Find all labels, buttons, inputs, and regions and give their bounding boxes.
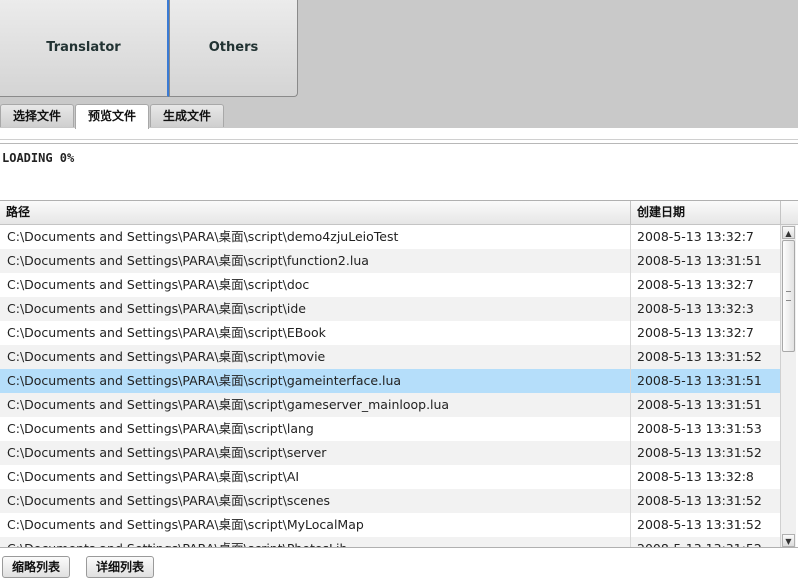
panel-border bbox=[0, 128, 798, 144]
loading-status: LOADING 0% bbox=[2, 151, 75, 165]
others-button[interactable]: Others bbox=[169, 0, 298, 97]
cell-created-date: 2008-5-13 13:31:51 bbox=[637, 373, 762, 388]
column-divider bbox=[630, 393, 631, 417]
table-row[interactable]: C:\Documents and Settings\PARA\桌面\script… bbox=[0, 417, 780, 441]
column-divider bbox=[630, 297, 631, 321]
table-row[interactable]: C:\Documents and Settings\PARA\桌面\script… bbox=[0, 441, 780, 465]
scroll-up-arrow-icon[interactable]: ▲ bbox=[782, 226, 795, 239]
cell-path: C:\Documents and Settings\PARA\桌面\script… bbox=[7, 277, 310, 292]
cell-path: C:\Documents and Settings\PARA\桌面\script… bbox=[7, 421, 314, 436]
scroll-down-arrow-icon[interactable]: ▼ bbox=[782, 534, 795, 547]
cell-path: C:\Documents and Settings\PARA\桌面\script… bbox=[7, 349, 326, 364]
cell-created-date: 2008-5-13 13:32:8 bbox=[637, 469, 754, 484]
table-row[interactable]: C:\Documents and Settings\PARA\桌面\script… bbox=[0, 273, 780, 297]
cell-path: C:\Documents and Settings\PARA\桌面\script… bbox=[7, 537, 347, 547]
table-row[interactable]: C:\Documents and Settings\PARA\桌面\script… bbox=[0, 225, 780, 249]
table-row[interactable]: C:\Documents and Settings\PARA\桌面\script… bbox=[0, 537, 780, 547]
column-divider bbox=[630, 513, 631, 537]
tab-bar: 选择文件 预览文件 生成文件 bbox=[0, 104, 225, 129]
table-row[interactable]: C:\Documents and Settings\PARA\桌面\script… bbox=[0, 249, 780, 273]
cell-created-date: 2008-5-13 13:31:52 bbox=[637, 517, 762, 532]
cell-created-date: 2008-5-13 13:32:3 bbox=[637, 301, 754, 316]
brief-list-button[interactable]: 缩略列表 bbox=[2, 556, 71, 578]
column-divider bbox=[630, 537, 631, 547]
cell-path: C:\Documents and Settings\PARA\桌面\script… bbox=[7, 229, 399, 244]
cell-created-date: 2008-5-13 13:31:51 bbox=[637, 253, 762, 268]
cell-path: C:\Documents and Settings\PARA\桌面\script… bbox=[7, 373, 402, 388]
column-divider bbox=[630, 225, 631, 249]
cell-path: C:\Documents and Settings\PARA\桌面\script… bbox=[7, 493, 331, 508]
vertical-scrollbar[interactable]: ▲ ▼ bbox=[780, 225, 796, 547]
column-divider bbox=[630, 465, 631, 489]
cell-path: C:\Documents and Settings\PARA\桌面\script… bbox=[7, 517, 364, 532]
cell-created-date: 2008-5-13 13:31:52 bbox=[637, 537, 762, 547]
cell-created-date: 2008-5-13 13:31:52 bbox=[637, 445, 762, 460]
cell-path: C:\Documents and Settings\PARA\桌面\script… bbox=[7, 253, 369, 268]
table-row[interactable]: C:\Documents and Settings\PARA\桌面\script… bbox=[0, 393, 780, 417]
column-divider bbox=[630, 249, 631, 273]
column-divider bbox=[630, 321, 631, 345]
column-header-created[interactable]: 创建日期 bbox=[631, 201, 781, 224]
cell-path: C:\Documents and Settings\PARA\桌面\script… bbox=[7, 445, 327, 460]
tab-preview-file[interactable]: 预览文件 bbox=[75, 104, 150, 129]
top-area: Translator Others 选择文件 预览文件 生成文件 bbox=[0, 0, 798, 129]
column-header-path[interactable]: 路径 bbox=[0, 201, 631, 224]
table-row[interactable]: C:\Documents and Settings\PARA\桌面\script… bbox=[0, 345, 780, 369]
cell-created-date: 2008-5-13 13:32:7 bbox=[637, 325, 754, 340]
translator-button[interactable]: Translator bbox=[0, 0, 169, 97]
cell-created-date: 2008-5-13 13:32:7 bbox=[637, 229, 754, 244]
column-divider bbox=[630, 417, 631, 441]
table-row[interactable]: C:\Documents and Settings\PARA\桌面\script… bbox=[0, 489, 780, 513]
column-divider bbox=[630, 273, 631, 297]
column-divider bbox=[630, 345, 631, 369]
cell-created-date: 2008-5-13 13:31:53 bbox=[637, 421, 762, 436]
table-row[interactable]: C:\Documents and Settings\PARA\桌面\script… bbox=[0, 513, 780, 537]
tab-generate-file[interactable]: 生成文件 bbox=[150, 104, 225, 127]
table-row[interactable]: C:\Documents and Settings\PARA\桌面\script… bbox=[0, 465, 780, 489]
table-header: 路径 创建日期 bbox=[0, 201, 798, 225]
table-body: C:\Documents and Settings\PARA\桌面\script… bbox=[0, 225, 780, 547]
column-divider bbox=[630, 489, 631, 513]
column-divider bbox=[630, 441, 631, 465]
file-table: 路径 创建日期 C:\Documents and Settings\PARA\桌… bbox=[0, 200, 798, 548]
scrollbar-thumb[interactable] bbox=[782, 240, 795, 352]
cell-path: C:\Documents and Settings\PARA\桌面\script… bbox=[7, 301, 306, 316]
table-row[interactable]: C:\Documents and Settings\PARA\桌面\script… bbox=[0, 369, 780, 393]
cell-created-date: 2008-5-13 13:31:51 bbox=[637, 397, 762, 412]
table-row[interactable]: C:\Documents and Settings\PARA\桌面\script… bbox=[0, 321, 780, 345]
detail-list-button[interactable]: 详细列表 bbox=[86, 556, 155, 578]
cell-created-date: 2008-5-13 13:31:52 bbox=[637, 349, 762, 364]
cell-path: C:\Documents and Settings\PARA\桌面\script… bbox=[7, 469, 300, 484]
cell-created-date: 2008-5-13 13:32:7 bbox=[637, 277, 754, 292]
table-row[interactable]: C:\Documents and Settings\PARA\桌面\script… bbox=[0, 297, 780, 321]
cell-path: C:\Documents and Settings\PARA\桌面\script… bbox=[7, 325, 326, 340]
cell-created-date: 2008-5-13 13:31:52 bbox=[637, 493, 762, 508]
cell-path: C:\Documents and Settings\PARA\桌面\script… bbox=[7, 397, 450, 412]
tab-select-file[interactable]: 选择文件 bbox=[0, 104, 75, 127]
column-divider bbox=[630, 369, 631, 393]
